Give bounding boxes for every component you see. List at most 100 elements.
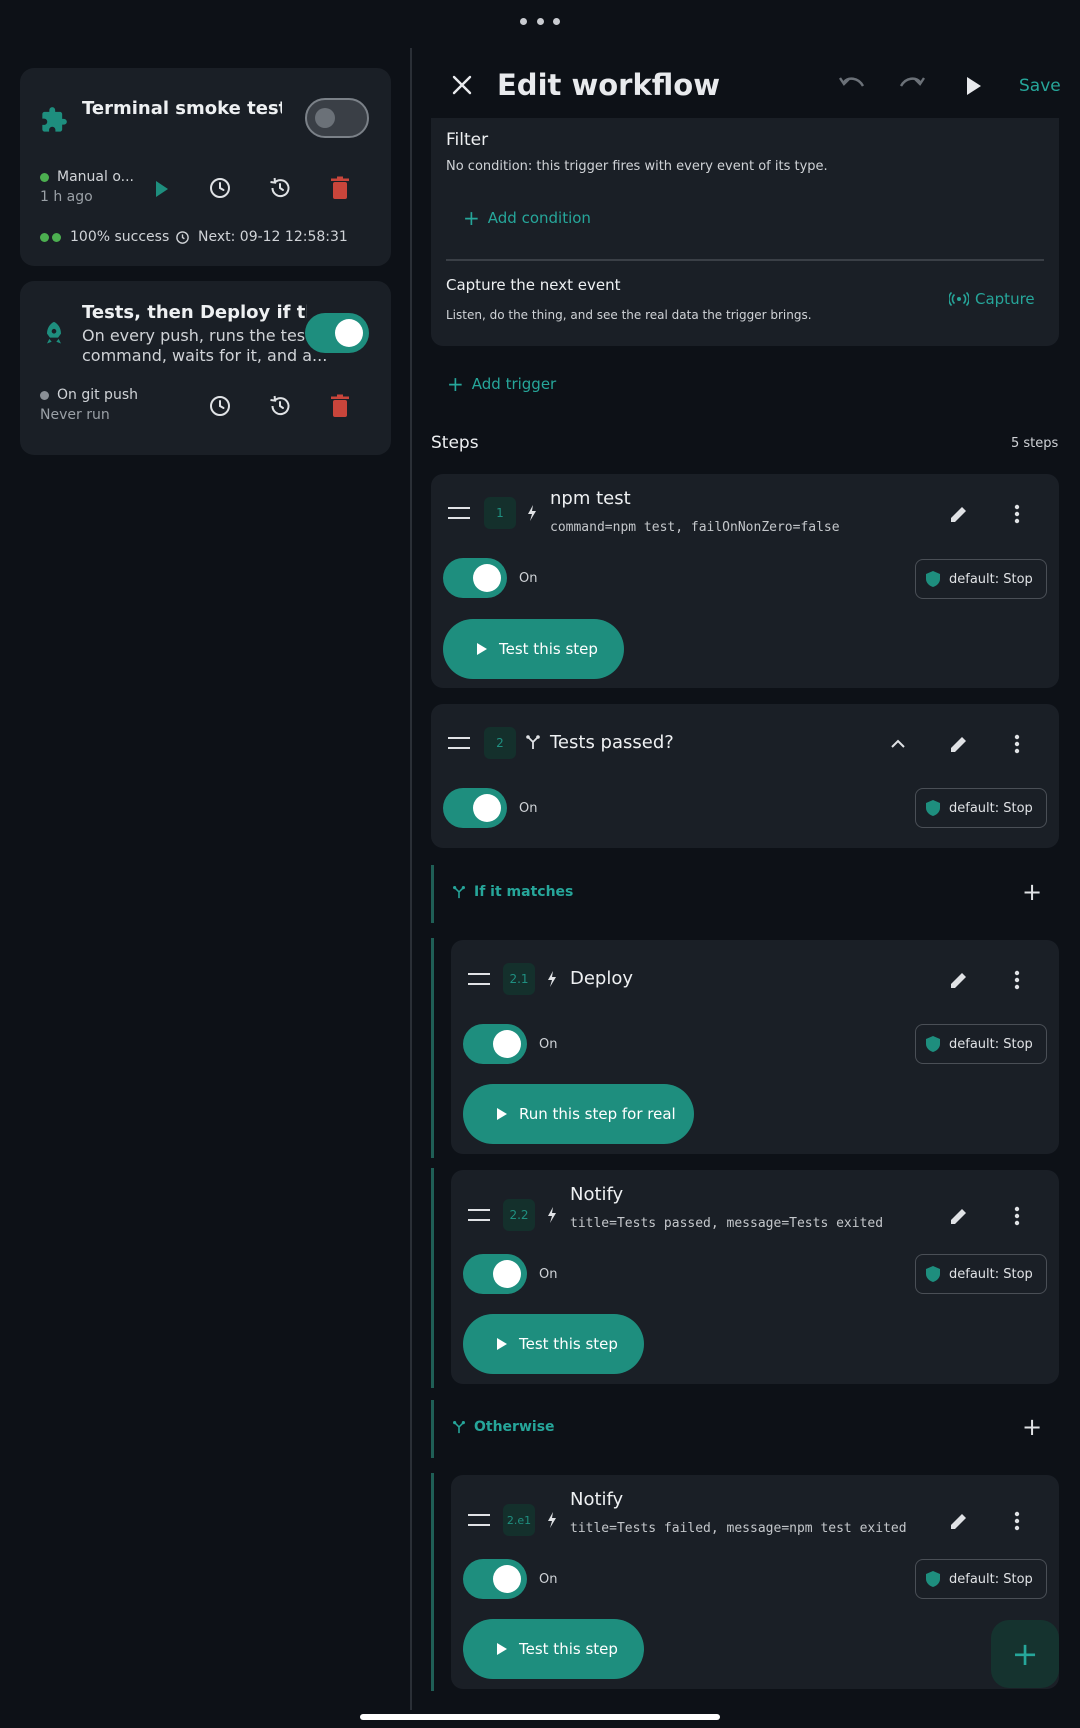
branch-bar [431,865,434,923]
branch-otherwise-label: Otherwise [474,1419,555,1435]
step-card-2-1[interactable]: 2.1 Deploy On default: Stop Run this ste… [451,940,1059,1154]
test-step-label: Test this step [519,1640,618,1658]
run-step-label: Run this step for real [519,1105,676,1123]
drag-handle-icon[interactable] [448,737,470,749]
capture-heading: Capture the next event [446,276,621,294]
drag-handle-icon[interactable] [468,1209,490,1221]
test-step-button[interactable]: Test this step [443,619,624,679]
step-enable-toggle[interactable] [443,788,507,828]
add-condition-label: Add condition [487,209,591,227]
error-policy-chip[interactable]: default: Stop [915,559,1047,599]
history-icon[interactable] [268,176,292,200]
toggle-state-label: On [539,1572,558,1587]
steps-heading: Steps [431,433,479,453]
more-vert-icon[interactable] [1014,970,1020,990]
workflow-enable-toggle[interactable] [305,313,369,353]
error-policy-chip[interactable]: default: Stop [915,788,1047,828]
shield-icon [926,1266,940,1282]
branch-bar [431,1400,434,1458]
workflow-description-line1: On every push, runs the test [82,326,312,345]
trigger-label: Manual o... [57,169,134,185]
step-title: Tests passed? [550,732,674,753]
error-policy-chip[interactable]: default: Stop [915,1024,1047,1064]
bolt-icon [548,1207,556,1223]
branch-otherwise-header: Otherwise [452,1419,555,1435]
step-card-2-e1[interactable]: 2.e1 Notify title=Tests failed, message=… [451,1475,1059,1689]
toggle-state-label: On [519,571,538,586]
drag-handle-icon[interactable] [468,1514,490,1526]
undo-icon[interactable] [838,74,866,94]
step-title: Notify [570,1489,624,1510]
more-vert-icon[interactable] [1014,1511,1020,1531]
close-icon[interactable] [452,75,472,95]
step-card-2-2[interactable]: 2.2 Notify title=Tests passed, message=T… [451,1170,1059,1384]
plus-icon: + [1011,1635,1039,1673]
branch-match-label: If it matches [474,884,574,900]
step-params: command=npm test, failOnNonZero=false [550,520,840,535]
add-branch-step-button[interactable]: + [1022,1415,1042,1439]
delete-icon[interactable] [330,176,350,200]
toggle-state-label: On [539,1037,558,1052]
test-step-button[interactable]: Test this step [463,1314,644,1374]
toggle-state-label: On [539,1267,558,1282]
run-step-for-real-button[interactable]: Run this step for real [463,1084,694,1144]
more-vert-icon[interactable] [1014,734,1020,754]
policy-label: default: Stop [949,1266,1033,1282]
workflow-card-tests-deploy[interactable]: Tests, then Deploy if they ... On every … [20,281,391,455]
capture-label: Capture [975,290,1035,308]
redo-icon[interactable] [898,74,926,94]
step-number: 2.e1 [503,1504,535,1536]
workflow-title: Terminal smoke test [82,98,282,119]
rocket-icon [47,321,61,344]
delete-icon[interactable] [330,394,350,418]
step-enable-toggle[interactable] [463,1024,527,1064]
bolt-icon [548,971,556,987]
edit-icon[interactable] [949,504,969,524]
add-step-fab[interactable]: + [991,1620,1059,1688]
drag-handle-icon[interactable] [468,973,490,985]
step-card-1[interactable]: 1 npm test command=npm test, failOnNonZe… [431,474,1059,688]
steps-count: 5 steps [1011,436,1059,451]
test-step-button[interactable]: Test this step [463,1619,644,1679]
trigger-label: On git push [57,387,138,403]
step-params: title=Tests passed, message=Tests exited [570,1216,884,1231]
window-handle[interactable] [520,18,560,30]
branch-icon [453,1421,465,1434]
edit-icon[interactable] [949,1206,969,1226]
branch-match-header: If it matches [452,884,573,900]
error-policy-chip[interactable]: default: Stop [915,1254,1047,1294]
history-icon[interactable] [268,394,292,418]
chevron-up-icon[interactable] [891,739,905,749]
policy-label: default: Stop [949,1571,1033,1587]
workflow-enable-toggle[interactable] [305,98,369,138]
edit-icon[interactable] [949,1511,969,1531]
error-policy-chip[interactable]: default: Stop [915,1559,1047,1599]
more-vert-icon[interactable] [1014,504,1020,524]
save-button[interactable]: Save [1019,76,1061,96]
divider [446,259,1044,261]
drag-handle-icon[interactable] [448,507,470,519]
step-title: Deploy [570,968,634,989]
run-now-button[interactable] [154,180,170,198]
add-trigger-button[interactable]: + Add trigger [447,372,556,396]
capture-button[interactable]: Capture [949,290,1035,308]
edit-icon[interactable] [949,734,969,754]
branch-bar [431,938,434,1158]
workflow-card-terminal-smoke-test[interactable]: Terminal smoke test Manual o... 1 h ago … [20,68,391,266]
home-indicator[interactable] [360,1714,720,1720]
step-enable-toggle[interactable] [463,1254,527,1294]
schedule-icon[interactable] [208,176,232,200]
schedule-icon[interactable] [208,394,232,418]
step-enable-toggle[interactable] [463,1559,527,1599]
add-condition-button[interactable]: + Add condition [463,206,591,230]
add-branch-step-button[interactable]: + [1022,880,1042,904]
step-enable-toggle[interactable] [443,558,507,598]
more-vert-icon[interactable] [1014,1206,1020,1226]
page-title: Edit workflow [497,68,720,102]
step-title: npm test [550,488,631,509]
edit-icon[interactable] [949,970,969,990]
plus-icon: + [463,206,480,230]
success-dot [52,233,61,242]
step-card-2[interactable]: 2 Tests passed? On default: Stop [431,704,1059,848]
run-workflow-button[interactable] [966,76,982,96]
